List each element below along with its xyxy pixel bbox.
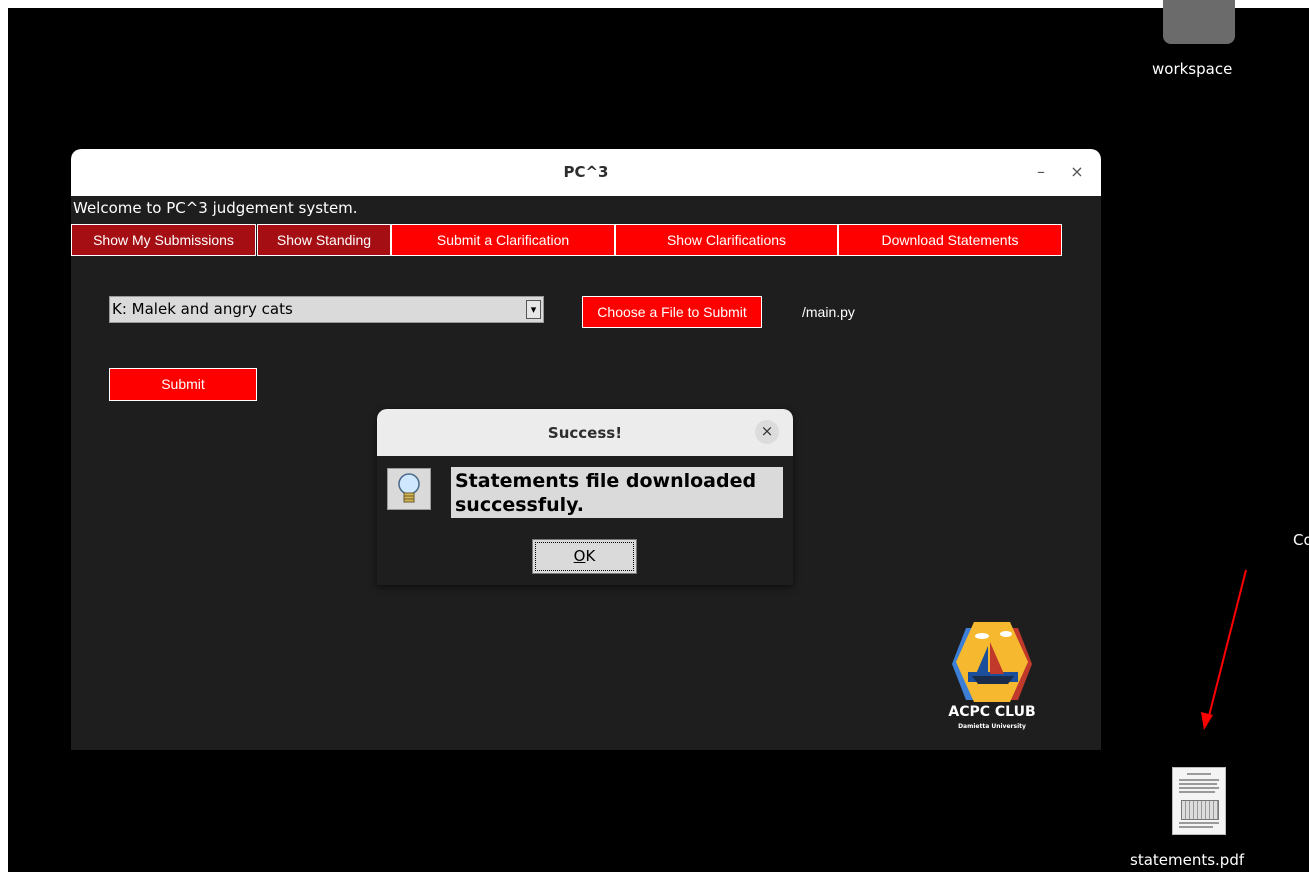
- ok-button[interactable]: OK: [532, 539, 637, 574]
- dialog-message: Statements file downloaded successfuly.: [451, 467, 783, 518]
- minimize-icon[interactable]: –: [1030, 161, 1052, 183]
- window-titlebar[interactable]: PC^3 – ×: [71, 149, 1101, 196]
- desktop-edge-label: Co: [1293, 531, 1309, 549]
- close-icon[interactable]: ×: [1066, 161, 1088, 183]
- chevron-down-icon[interactable]: ▾: [526, 300, 541, 319]
- submit-button[interactable]: Submit: [109, 368, 257, 401]
- window-title: PC^3: [563, 163, 609, 181]
- info-bulb-icon: [387, 468, 431, 510]
- workspace-folder-icon[interactable]: [1163, 0, 1235, 44]
- submit-clarification-button[interactable]: Submit a Clarification: [391, 224, 615, 256]
- show-my-submissions-button[interactable]: Show My Submissions: [71, 224, 256, 256]
- workspace-folder-label[interactable]: workspace: [1152, 60, 1232, 78]
- show-clarifications-button[interactable]: Show Clarifications: [615, 224, 838, 256]
- problem-select-value: K: Malek and angry cats: [112, 300, 293, 318]
- pdf-file-icon[interactable]: [1172, 767, 1226, 835]
- screen-border-left: [0, 0, 8, 872]
- screen-border-top: [0, 0, 1309, 8]
- logo-subtitle: Damietta University: [958, 723, 1026, 730]
- problem-select[interactable]: K: Malek and angry cats ▾: [109, 296, 544, 323]
- ok-button-label: OK: [535, 542, 634, 571]
- choose-file-button[interactable]: Choose a File to Submit: [582, 296, 762, 328]
- welcome-text: Welcome to PC^3 judgement system.: [73, 199, 358, 217]
- dialog-titlebar[interactable]: Success! ×: [377, 409, 793, 456]
- pdf-file-label[interactable]: statements.pdf: [1130, 851, 1244, 869]
- show-standing-button[interactable]: Show Standing: [257, 224, 391, 256]
- selected-file-path: /main.py: [802, 304, 855, 320]
- dialog-title: Success!: [547, 424, 623, 442]
- logo-title: ACPC CLUB: [948, 704, 1036, 720]
- dialog-close-icon[interactable]: ×: [755, 420, 779, 444]
- download-statements-button[interactable]: Download Statements: [838, 224, 1062, 256]
- success-dialog: Success! × Statements file downloaded su…: [377, 409, 793, 585]
